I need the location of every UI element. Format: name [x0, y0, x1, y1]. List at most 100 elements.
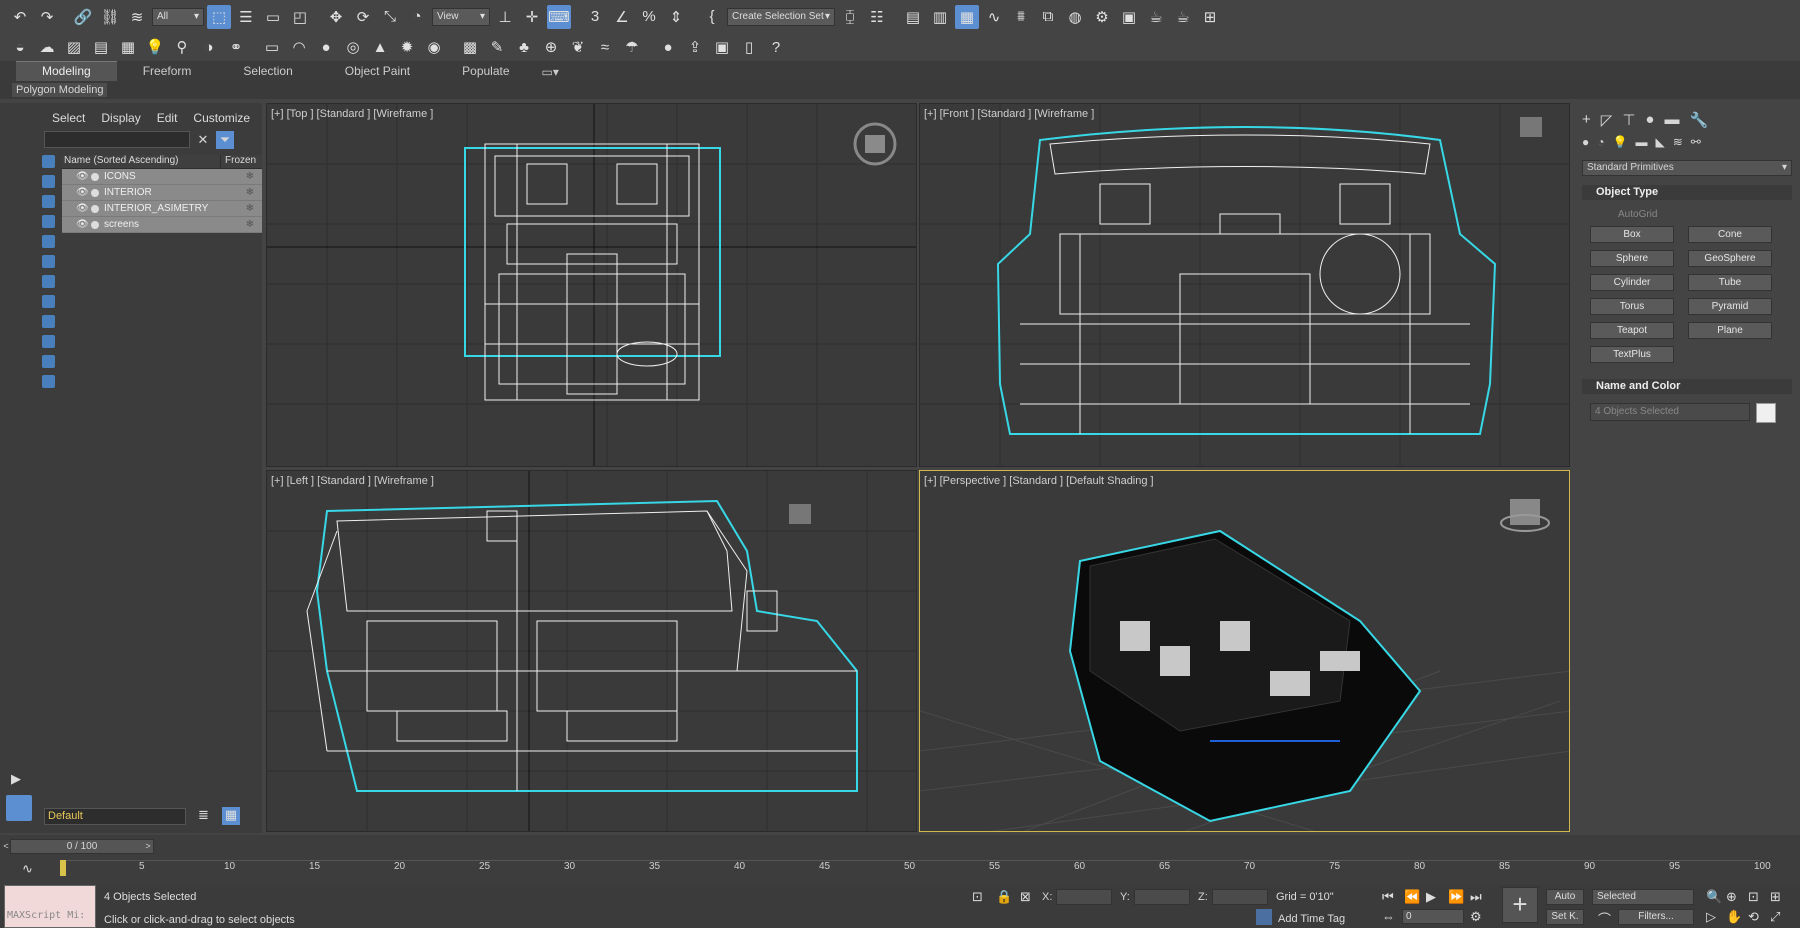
- shapes-category-icon[interactable]: ◔: [1597, 135, 1604, 149]
- place-icon[interactable]: ◔: [405, 5, 429, 29]
- paint-icon[interactable]: ✎: [485, 35, 509, 59]
- sun-icon[interactable]: ✹: [395, 35, 419, 59]
- object-name-field[interactable]: 4 Objects Selected: [1590, 403, 1750, 421]
- key-tangent-icon[interactable]: ⌒: [1598, 909, 1611, 928]
- zoom-all-icon[interactable]: ⊕: [1726, 889, 1737, 905]
- field-of-view-icon[interactable]: ▷: [1706, 909, 1716, 925]
- material-editor-icon[interactable]: ◍: [1063, 5, 1087, 29]
- object-type-rollout[interactable]: Object Type: [1582, 185, 1792, 200]
- next-key-icon[interactable]: ⏩: [1448, 889, 1464, 905]
- scene-icon[interactable]: ◒: [8, 35, 32, 59]
- disk-icon[interactable]: ◉: [422, 35, 446, 59]
- freeze-icon[interactable]: ❄: [238, 219, 262, 230]
- freeze-icon[interactable]: ❄: [238, 187, 262, 198]
- rect-selection-icon[interactable]: ▭: [261, 5, 285, 29]
- mirror-icon[interactable]: ⧮: [838, 5, 862, 29]
- column-name[interactable]: Name (Sorted Ascending): [62, 155, 220, 168]
- hidden-filter-icon[interactable]: [42, 375, 55, 388]
- cloud-icon[interactable]: ☁: [35, 35, 59, 59]
- explorer-toggle-icon[interactable]: ▦: [222, 807, 240, 825]
- prev-key-icon[interactable]: ⏪: [1404, 889, 1420, 905]
- ribbon-options-icon[interactable]: ▭▾: [536, 63, 565, 81]
- spin-icon[interactable]: ◑: [197, 35, 221, 59]
- torus-prim-icon[interactable]: ◎: [341, 35, 365, 59]
- plane-button[interactable]: Plane: [1688, 322, 1772, 339]
- select-manipulate-icon[interactable]: ✛: [520, 5, 544, 29]
- cylinder-button[interactable]: Cylinder: [1590, 274, 1674, 291]
- autogrid-checkbox[interactable]: AutoGrid: [1618, 209, 1657, 220]
- viewport-front-label[interactable]: [+] [Front ] [Standard ] [Wireframe ]: [924, 108, 1094, 120]
- maximize-viewport-icon[interactable]: ⤢: [1770, 909, 1780, 925]
- go-to-end-icon[interactable]: ⏭: [1470, 889, 1482, 905]
- select-by-name-icon[interactable]: ☰: [234, 5, 258, 29]
- list-item[interactable]: 👁 screens ❄: [62, 217, 262, 233]
- geometry-category-icon[interactable]: ●: [1582, 135, 1589, 149]
- y-coordinate-field[interactable]: [1134, 889, 1190, 905]
- curve-editor-icon[interactable]: ∿: [982, 5, 1006, 29]
- isolate-icon[interactable]: ⊡: [972, 889, 983, 905]
- sphere-button[interactable]: Sphere: [1590, 250, 1674, 267]
- menu-customize[interactable]: Customize: [193, 111, 250, 125]
- freeze-icon[interactable]: ❄: [238, 171, 262, 182]
- bind-spacewarp-icon[interactable]: ≋: [125, 5, 149, 29]
- tab-modeling[interactable]: Modeling: [16, 61, 117, 81]
- checker-icon[interactable]: ▩: [458, 35, 482, 59]
- menu-select[interactable]: Select: [52, 111, 85, 125]
- eye-icon[interactable]: 👁: [76, 219, 89, 230]
- filters-button[interactable]: Filters...: [1618, 909, 1694, 925]
- layer-dropdown[interactable]: Default: [44, 808, 186, 825]
- absolute-mode-icon[interactable]: ⊠: [1020, 889, 1031, 905]
- z-coordinate-field[interactable]: [1212, 889, 1268, 905]
- ball-icon[interactable]: ●: [656, 35, 680, 59]
- cone-prim-icon[interactable]: ▲: [368, 35, 392, 59]
- reference-coord-dropdown[interactable]: View ▾: [432, 7, 490, 26]
- move-icon[interactable]: ✥: [324, 5, 348, 29]
- go-to-start-icon[interactable]: ⏮: [1382, 889, 1394, 905]
- cloth-icon[interactable]: ☂: [620, 35, 644, 59]
- tab-freeform[interactable]: Freeform: [117, 62, 218, 81]
- tree-icon[interactable]: ♣: [512, 35, 536, 59]
- hierarchy-tab-icon[interactable]: ⊤: [1622, 111, 1635, 129]
- undo-icon[interactable]: ↶: [8, 5, 32, 29]
- menu-edit[interactable]: Edit: [157, 111, 178, 125]
- orbit-icon[interactable]: ⟲: [1748, 909, 1759, 925]
- schematic-view-icon[interactable]: ⧉: [1036, 5, 1060, 29]
- plane-prim-icon[interactable]: ▭: [260, 35, 284, 59]
- list-item[interactable]: 👁 ICONS ❄: [62, 169, 262, 185]
- render-gallery-icon[interactable]: ⊞: [1198, 5, 1222, 29]
- cameras-category-icon[interactable]: ▬: [1635, 135, 1647, 149]
- spacewarp-filter-icon[interactable]: [42, 255, 55, 268]
- motion-tab-icon[interactable]: ●: [1645, 111, 1654, 129]
- key-filter-dropdown[interactable]: Selected: [1592, 889, 1694, 905]
- maxscript-listener[interactable]: MAXScript Mi:: [4, 885, 96, 928]
- curve-editor-mini-icon[interactable]: ∿: [22, 861, 33, 877]
- angle-snap-icon[interactable]: ∠: [610, 5, 634, 29]
- current-frame-field[interactable]: 0: [1402, 909, 1464, 924]
- tab-object-paint[interactable]: Object Paint: [319, 62, 436, 81]
- viewport-top[interactable]: [+] [Top ] [Standard ] [Wireframe ]: [266, 103, 917, 467]
- clear-search-icon[interactable]: ✕: [194, 131, 212, 149]
- eye-icon[interactable]: 👁: [76, 171, 89, 182]
- column-frozen[interactable]: Frozen: [220, 155, 256, 168]
- named-selection-icon[interactable]: {: [700, 5, 724, 29]
- render-iterative-icon[interactable]: ☕: [1171, 5, 1195, 29]
- ribbon-toggle-icon[interactable]: ▥: [928, 5, 952, 29]
- name-color-rollout[interactable]: Name and Color: [1582, 379, 1792, 394]
- time-slider[interactable]: 0 / 100: [10, 839, 154, 854]
- geometry-filter-icon[interactable]: [42, 155, 55, 168]
- bones-icon[interactable]: ⚭: [224, 35, 248, 59]
- frozen-filter-icon[interactable]: [42, 355, 55, 368]
- torus-button[interactable]: Torus: [1590, 298, 1674, 315]
- tab-selection[interactable]: Selection: [217, 62, 318, 81]
- x-coordinate-field[interactable]: [1056, 889, 1112, 905]
- link-icon[interactable]: 🔗: [71, 5, 95, 29]
- window-crossing-icon[interactable]: ◰: [288, 5, 312, 29]
- helpers-category-icon[interactable]: ◣: [1655, 135, 1664, 149]
- help-icon[interactable]: ?: [764, 35, 788, 59]
- display-tab-icon[interactable]: ▬: [1664, 111, 1679, 129]
- selection-set-dropdown[interactable]: Create Selection Set ▾: [727, 7, 835, 26]
- set-key-button[interactable]: Set K.: [1546, 909, 1584, 925]
- polygon-modeling-label[interactable]: Polygon Modeling: [12, 83, 108, 97]
- export-icon[interactable]: ⇪: [683, 35, 707, 59]
- primitive-type-dropdown[interactable]: Standard Primitives ▾: [1582, 160, 1792, 176]
